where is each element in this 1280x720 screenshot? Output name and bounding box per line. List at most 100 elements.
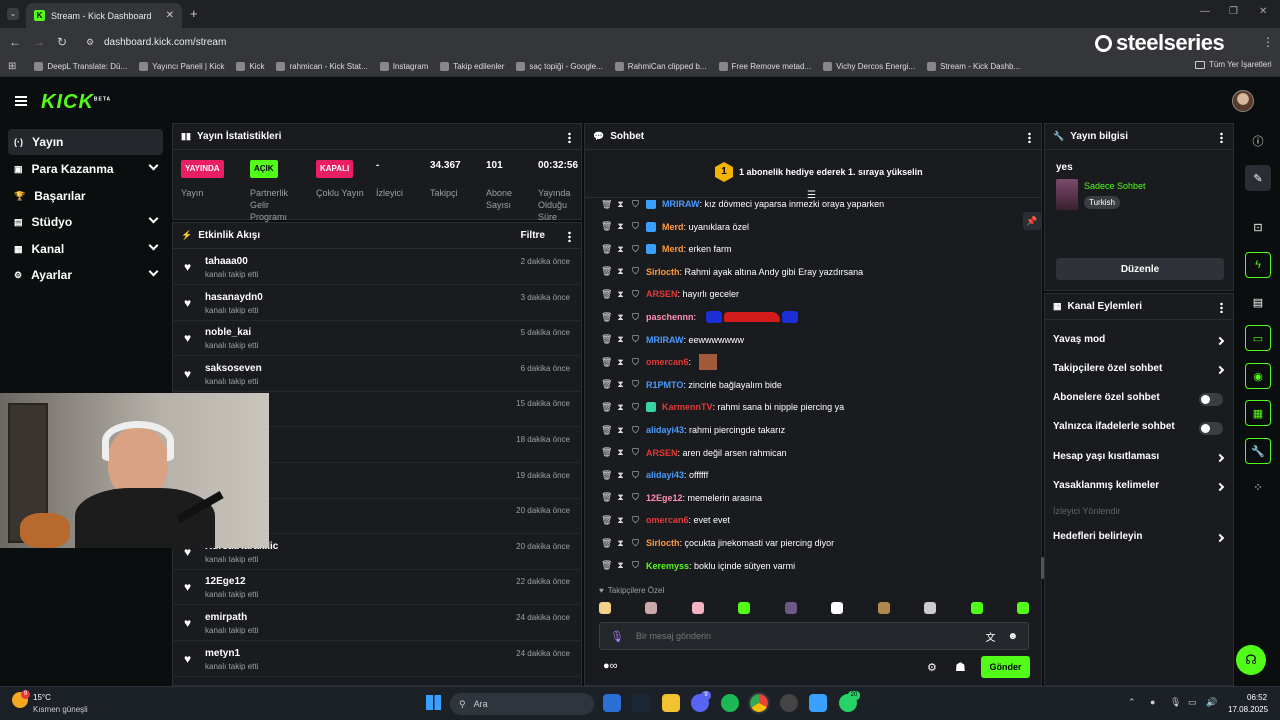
more-options-icon[interactable] xyxy=(1220,132,1223,143)
chat-username[interactable]: ARSEN xyxy=(646,289,678,299)
microphone-tray-icon[interactable]: 🎙 xyxy=(1170,697,1181,708)
screen-capture-icon[interactable]: ⊡ xyxy=(1245,214,1271,240)
emote-icon[interactable] xyxy=(970,602,983,614)
gift-banner[interactable]: 1 1 abonelik hediye ederek 1. sıraya yük… xyxy=(585,150,1041,201)
chat-username[interactable]: paschennn xyxy=(646,312,694,322)
tray-app-icon[interactable]: ● xyxy=(1150,697,1155,707)
obs-icon[interactable] xyxy=(780,694,798,712)
bookmark-item[interactable]: Vichy Dercos Energi... xyxy=(823,61,915,71)
minimize-icon[interactable]: — xyxy=(1200,6,1210,17)
delete-icon[interactable]: 🗑 xyxy=(601,492,612,503)
emote-icon[interactable] xyxy=(599,602,611,614)
chat-username[interactable]: 12Ege12 xyxy=(646,493,683,503)
browser-menu-icon[interactable]: ⋮ xyxy=(1262,35,1274,49)
timeout-icon[interactable]: ⧗ xyxy=(616,379,625,390)
chat-username[interactable]: Sirlocth xyxy=(646,538,680,548)
ban-icon[interactable]: ⛉ xyxy=(631,538,640,549)
chat-username[interactable]: alidayi43 xyxy=(646,470,684,480)
delete-icon[interactable]: 🗑 xyxy=(601,402,612,413)
emote-icon[interactable] xyxy=(1016,602,1029,614)
timeout-icon[interactable]: ⧗ xyxy=(616,470,625,481)
bookmark-item[interactable]: Free Remove metad... xyxy=(718,61,811,71)
chat-username[interactable]: alidayi43 xyxy=(646,425,684,435)
timeout-icon[interactable]: ⧗ xyxy=(616,560,625,571)
chat-username[interactable]: ARSEN xyxy=(646,448,678,458)
ban-icon[interactable]: ⛉ xyxy=(631,200,640,210)
clock-date[interactable]: 17.08.2025 xyxy=(1228,705,1268,714)
ban-icon[interactable]: ⛉ xyxy=(631,334,640,345)
more-options-icon[interactable] xyxy=(1220,302,1223,313)
url-field[interactable]: ⚙ dashboard.kick.com/stream xyxy=(78,33,1178,51)
chat-username[interactable]: Merd xyxy=(662,222,684,232)
delete-icon[interactable]: 🗑 xyxy=(601,312,612,323)
chat-input-box[interactable]: 🎙 文 ☻ xyxy=(599,622,1029,650)
delete-icon[interactable]: 🗑 xyxy=(601,289,612,300)
new-tab-icon[interactable]: + xyxy=(190,6,198,21)
photos-icon[interactable] xyxy=(603,694,621,712)
delete-icon[interactable]: 🗑 xyxy=(601,425,612,436)
bookmark-item[interactable]: RahmiCan clipped b... xyxy=(614,61,707,71)
event-username[interactable]: hasanaydn0 xyxy=(205,292,263,303)
ban-icon[interactable]: ⛉ xyxy=(631,470,640,481)
nav-ayarlar[interactable]: ⚙ Ayarlar xyxy=(8,262,163,288)
emoji-icon[interactable]: ☻ xyxy=(1007,631,1018,642)
timeout-icon[interactable]: ⧗ xyxy=(616,200,625,210)
timeout-icon[interactable]: ⧗ xyxy=(616,515,625,526)
forward-icon[interactable]: → xyxy=(33,35,45,49)
bookmark-item[interactable]: Takip edilenler xyxy=(440,61,504,71)
bookmark-item[interactable]: rahmican - Kick Stat... xyxy=(276,61,368,71)
translate-icon[interactable]: 文 xyxy=(985,629,995,644)
more-options-icon[interactable] xyxy=(1028,132,1031,143)
send-button[interactable]: Gönder xyxy=(981,656,1030,678)
ban-icon[interactable]: ⛉ xyxy=(631,266,640,277)
delete-icon[interactable]: 🗑 xyxy=(601,379,612,390)
delete-icon[interactable]: 🗑 xyxy=(601,538,612,549)
site-info-icon[interactable]: ⚙ xyxy=(86,37,94,48)
event-username[interactable]: metyn1 xyxy=(205,648,240,659)
emote-icon[interactable] xyxy=(645,602,658,614)
document-icon[interactable]: ▤ xyxy=(1245,289,1271,315)
subscribers-only-chat-item[interactable]: Abonelere özel sohbet xyxy=(1053,392,1229,408)
account-age-item[interactable]: Hesap yaşı kısıtlaması xyxy=(1053,451,1229,467)
kick-logo[interactable]: KICKBETA xyxy=(41,91,111,114)
chat-username[interactable]: Keremyss xyxy=(646,561,689,571)
emote-only-toggle[interactable] xyxy=(1199,422,1223,435)
chat-icon[interactable]: ▭ xyxy=(1245,325,1271,351)
emote-icon[interactable] xyxy=(924,602,937,614)
edit-button[interactable]: Düzenle xyxy=(1056,258,1224,280)
emote-icon[interactable] xyxy=(691,602,704,614)
delete-icon[interactable]: 🗑 xyxy=(601,334,612,345)
category-link[interactable]: Sadece Sohbet xyxy=(1084,181,1146,191)
tray-chevron-icon[interactable]: ⌃ xyxy=(1128,697,1136,708)
apps-icon[interactable]: ⁘ xyxy=(1245,474,1271,500)
nav-basarilar[interactable]: 🏆 Başarılar xyxy=(8,183,163,209)
more-options-icon[interactable] xyxy=(568,132,571,143)
filter-button[interactable]: Filtre xyxy=(521,230,545,241)
edit-pencil-icon[interactable]: ✎ xyxy=(1245,165,1271,191)
timeout-icon[interactable]: ⧗ xyxy=(616,538,625,549)
emote-only-chat-item[interactable]: Yalnızca ifadelerle sohbet xyxy=(1053,421,1229,437)
chrome-icon[interactable] xyxy=(748,692,770,714)
ban-icon[interactable]: ⛉ xyxy=(631,515,640,526)
moderator-icon[interactable]: ☗ xyxy=(955,660,966,674)
bookmark-item[interactable]: Yayıncı Paneli | Kick xyxy=(139,61,224,71)
bookmark-item[interactable]: Instagram xyxy=(379,61,428,71)
chat-username[interactable]: Sirlocth xyxy=(646,267,680,277)
emote-icon[interactable] xyxy=(831,602,844,614)
ban-icon[interactable]: ⛉ xyxy=(631,289,640,300)
lightning-icon[interactable]: ϟ xyxy=(1245,252,1271,278)
network-icon[interactable]: ▭ xyxy=(1188,697,1197,708)
user-avatar[interactable] xyxy=(1232,90,1254,112)
timeout-icon[interactable]: ⧗ xyxy=(616,266,625,277)
timeout-icon[interactable]: ⧗ xyxy=(616,244,625,255)
emote-icon[interactable] xyxy=(738,602,751,614)
ban-icon[interactable]: ⛉ xyxy=(631,447,640,458)
timeout-icon[interactable]: ⧗ xyxy=(616,402,625,413)
timeout-icon[interactable]: ⧗ xyxy=(616,357,625,368)
tab-search-icon[interactable]: ⌄ xyxy=(7,8,19,20)
bookmark-item[interactable]: DeepL Translate: Dü... xyxy=(34,61,127,71)
chat-username[interactable]: omercan6 xyxy=(646,515,689,525)
delete-icon[interactable]: 🗑 xyxy=(601,470,612,481)
apps-icon[interactable]: ⊞ xyxy=(8,61,16,72)
more-options-icon[interactable] xyxy=(568,231,571,242)
